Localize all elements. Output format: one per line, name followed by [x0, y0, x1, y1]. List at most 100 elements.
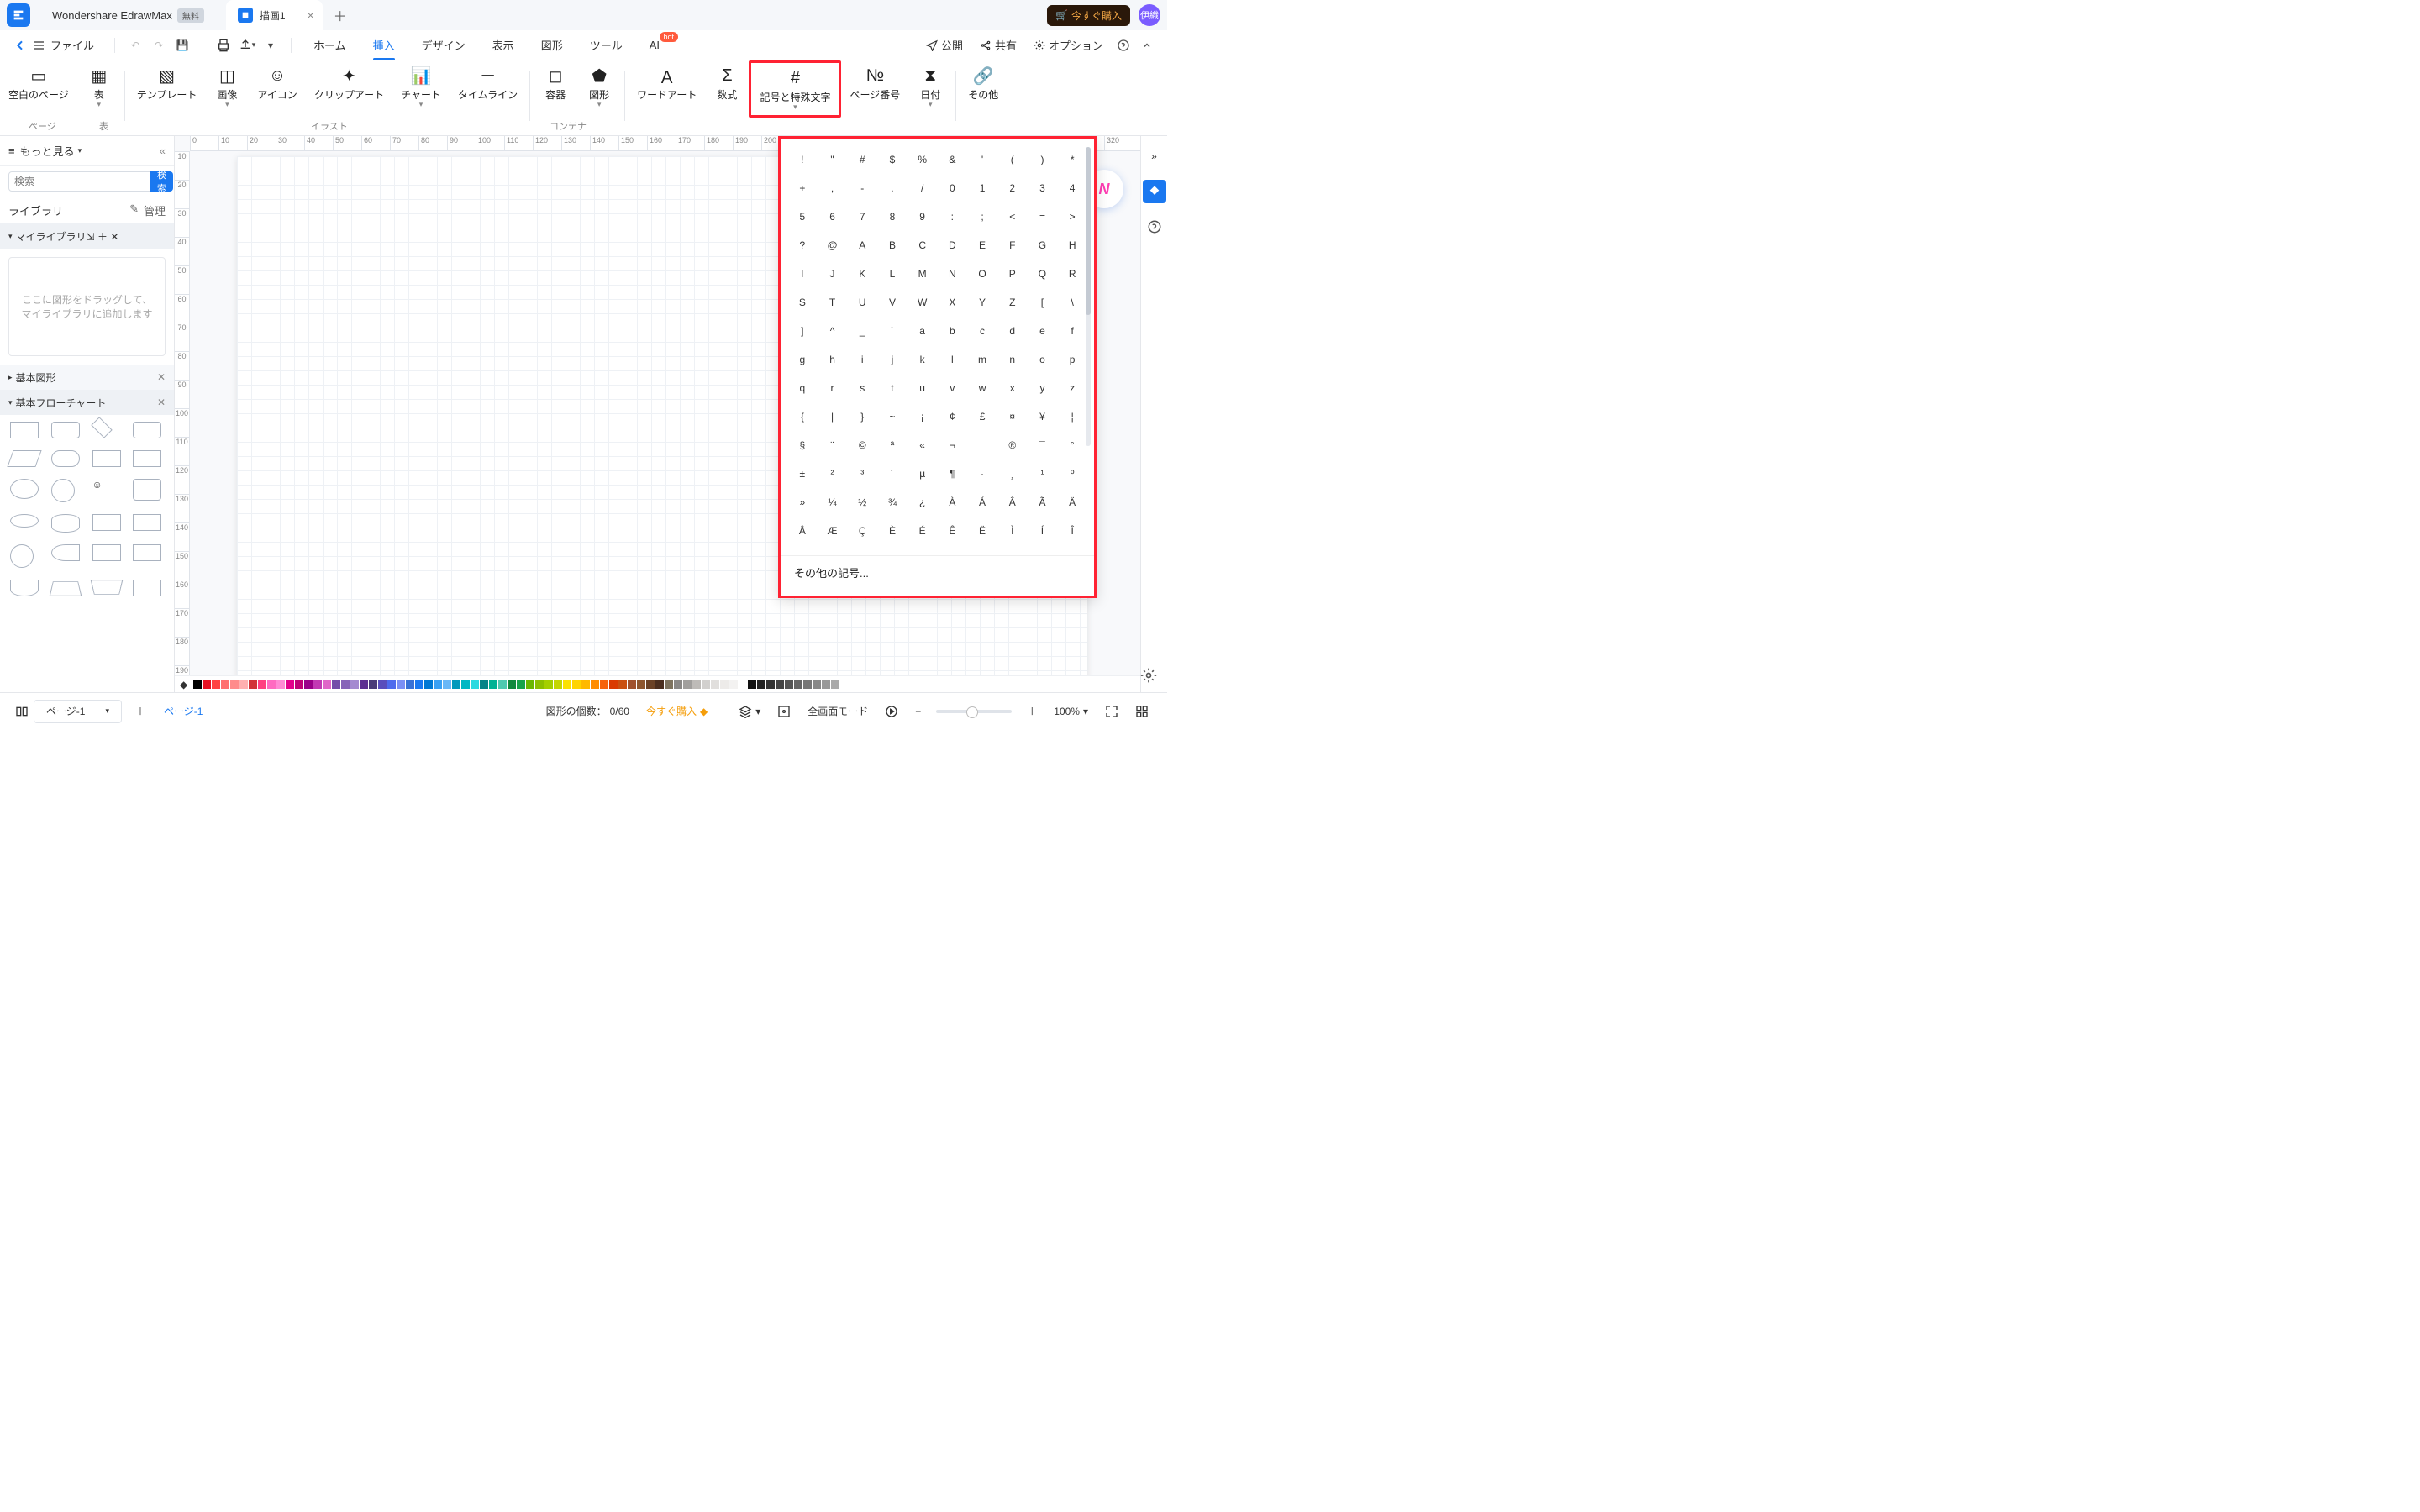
- symbol-cell[interactable]: ¼: [818, 488, 848, 517]
- color-swatch[interactable]: [544, 680, 553, 689]
- color-swatch[interactable]: [378, 680, 387, 689]
- symbol-cell[interactable]: ¸: [997, 459, 1028, 488]
- symbol-cell[interactable]: {: [787, 402, 818, 431]
- zoom-value[interactable]: 100% ▾: [1045, 706, 1097, 717]
- shape-diamond[interactable]: [91, 417, 112, 438]
- symbol-cell[interactable]: ³: [847, 459, 877, 488]
- symbol-cell[interactable]: ½: [847, 488, 877, 517]
- ribbon-数式[interactable]: Σ数式: [705, 66, 749, 102]
- layers-button[interactable]: ▾: [730, 705, 769, 718]
- color-swatch[interactable]: [831, 680, 839, 689]
- fullscreen-button[interactable]: 全画面モード: [799, 704, 876, 718]
- symbol-cell[interactable]: G: [1028, 231, 1058, 260]
- ribbon-ページ番号[interactable]: №ページ番号: [841, 66, 908, 102]
- symbol-cell[interactable]: r: [818, 374, 848, 402]
- symbol-cell[interactable]: .: [877, 174, 908, 202]
- color-swatch[interactable]: [822, 680, 830, 689]
- symbol-cell[interactable]: #: [847, 145, 877, 174]
- close-icon[interactable]: ×: [308, 8, 314, 22]
- symbol-cell[interactable]: w: [967, 374, 997, 402]
- symbol-cell[interactable]: -: [847, 174, 877, 202]
- symbol-cell[interactable]: \: [1057, 288, 1087, 317]
- grid-button[interactable]: [1127, 705, 1157, 718]
- symbol-cell[interactable]: s: [847, 374, 877, 402]
- color-swatch[interactable]: [776, 680, 784, 689]
- shape-rect2[interactable]: [92, 450, 121, 467]
- ribbon-日付[interactable]: ⧗日付▾: [908, 66, 952, 109]
- export-button[interactable]: ▾: [235, 34, 259, 57]
- color-swatch[interactable]: [692, 680, 701, 689]
- close-section-icon[interactable]: ✕: [157, 371, 166, 383]
- more-shapes[interactable]: ≡ もっと見る ▾ «: [0, 136, 174, 166]
- symbol-cell[interactable]: i: [847, 345, 877, 374]
- symbol-cell[interactable]: 0: [938, 174, 968, 202]
- symbol-cell[interactable]: Í: [1028, 517, 1058, 545]
- color-swatch[interactable]: [748, 680, 756, 689]
- symbol-cell[interactable]: l: [938, 345, 968, 374]
- redo-button[interactable]: ↷: [147, 34, 171, 57]
- symbol-cell[interactable]: 4: [1057, 174, 1087, 202]
- color-swatch[interactable]: [221, 680, 229, 689]
- shape-ellipse[interactable]: [10, 479, 39, 499]
- collapse-ribbon-button[interactable]: [1135, 34, 1159, 57]
- symbol-cell[interactable]: m: [967, 345, 997, 374]
- color-swatch[interactable]: [387, 680, 396, 689]
- symbol-cell[interactable]: =: [1028, 202, 1058, 231]
- symbol-cell[interactable]: °: [1057, 431, 1087, 459]
- shape-half[interactable]: [51, 544, 80, 561]
- symbol-cell[interactable]: 2: [997, 174, 1028, 202]
- color-swatch[interactable]: [720, 680, 729, 689]
- symbol-cell[interactable]: ;: [967, 202, 997, 231]
- symbol-cell[interactable]: `: [877, 317, 908, 345]
- symbol-cell[interactable]: U: [847, 288, 877, 317]
- symbol-cell[interactable]: $: [877, 145, 908, 174]
- symbol-cell[interactable]: B: [877, 231, 908, 260]
- symbol-cell[interactable]: J: [818, 260, 848, 288]
- color-swatch[interactable]: [729, 680, 738, 689]
- new-tab-button[interactable]: ＋: [328, 5, 353, 25]
- canvas[interactable]: 0102030405060708090100110120130140150160…: [175, 136, 1140, 692]
- color-swatch[interactable]: [267, 680, 276, 689]
- symbol-cell[interactable]: ´: [877, 459, 908, 488]
- symbol-cell[interactable]: ^: [818, 317, 848, 345]
- fill-tool-button[interactable]: [1143, 180, 1166, 203]
- color-swatch[interactable]: [369, 680, 377, 689]
- symbol-cell[interactable]: Ç: [847, 517, 877, 545]
- shape-rect3[interactable]: [133, 450, 161, 467]
- symbol-cell[interactable]: ¾: [877, 488, 908, 517]
- top-tab-0[interactable]: ホーム: [300, 30, 360, 60]
- symbol-cell[interactable]: Ã: [1028, 488, 1058, 517]
- add-page-button[interactable]: ＋: [129, 700, 152, 723]
- color-swatch[interactable]: [637, 680, 645, 689]
- symbol-cell[interactable]: R: [1057, 260, 1087, 288]
- symbol-cell[interactable]: X: [938, 288, 968, 317]
- symbol-cell[interactable]: ²: [818, 459, 848, 488]
- buy-link[interactable]: 今すぐ購入◆: [638, 704, 716, 718]
- symbol-cell[interactable]: S: [787, 288, 818, 317]
- shape-rect7[interactable]: [133, 544, 161, 561]
- symbol-cell[interactable]: (: [997, 145, 1028, 174]
- color-swatch[interactable]: [286, 680, 294, 689]
- user-avatar[interactable]: 伊織: [1139, 4, 1160, 26]
- print-button[interactable]: [212, 34, 235, 57]
- symbol-cell[interactable]: /: [908, 174, 938, 202]
- symbol-cell[interactable]: f: [1057, 317, 1087, 345]
- symbol-cell[interactable]: j: [877, 345, 908, 374]
- symbol-cell[interactable]: µ: [908, 459, 938, 488]
- symbol-cell[interactable]: &: [938, 145, 968, 174]
- color-swatch[interactable]: [360, 680, 368, 689]
- symbol-cell[interactable]: Ì: [997, 517, 1028, 545]
- symbol-cell[interactable]: d: [997, 317, 1028, 345]
- symbol-cell[interactable]: |: [818, 402, 848, 431]
- symbol-cell[interactable]: q: [787, 374, 818, 402]
- color-swatch[interactable]: [609, 680, 618, 689]
- color-swatch[interactable]: [517, 680, 525, 689]
- symbol-cell[interactable]: D: [938, 231, 968, 260]
- color-swatch[interactable]: [313, 680, 322, 689]
- symbols-scrollbar[interactable]: [1086, 147, 1091, 446]
- symbol-cell[interactable]: p: [1057, 345, 1087, 374]
- symbol-cell[interactable]: Ë: [967, 517, 997, 545]
- symbol-cell[interactable]: N: [938, 260, 968, 288]
- more-dropdown[interactable]: ▾: [259, 34, 282, 57]
- help-button[interactable]: [1112, 34, 1135, 57]
